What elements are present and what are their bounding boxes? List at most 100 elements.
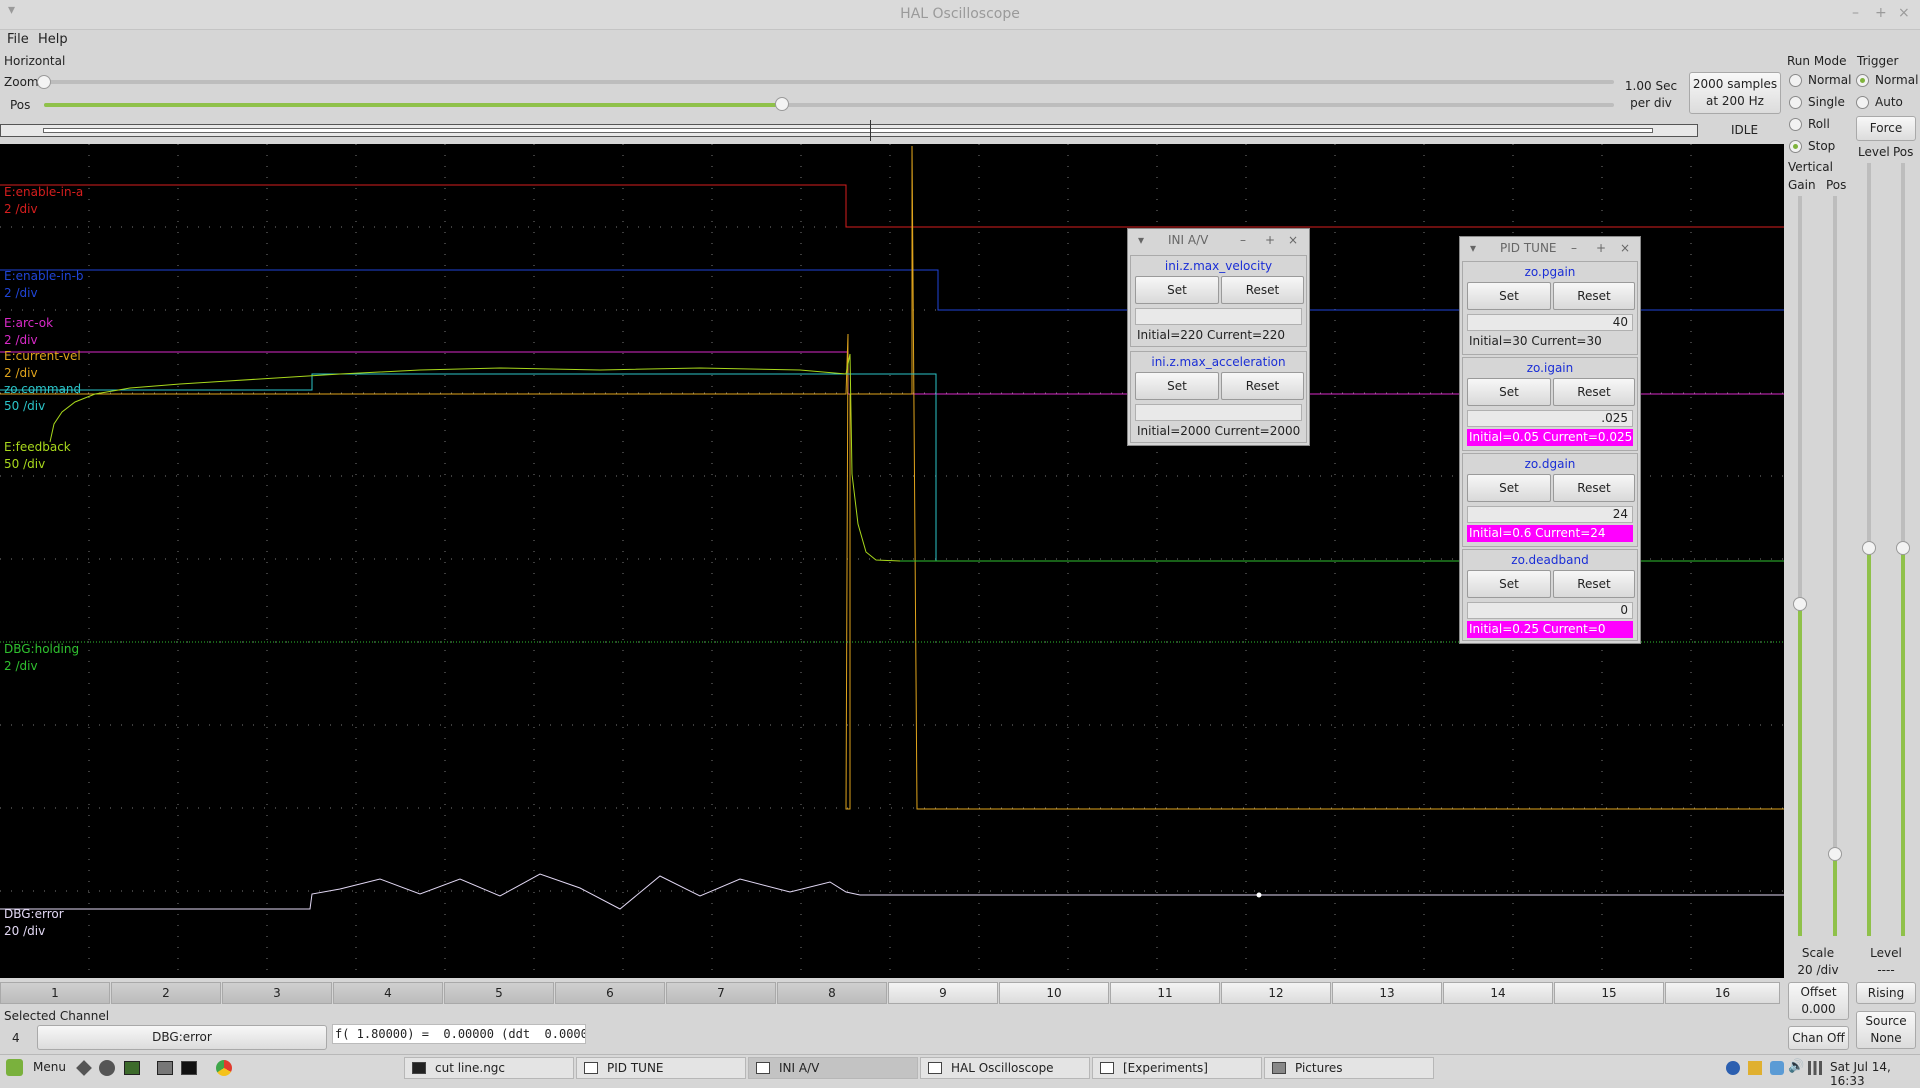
- channel-tab-4[interactable]: 4: [333, 982, 443, 1004]
- minimize-icon[interactable]: –: [1852, 5, 1859, 21]
- run-mode-roll-radio[interactable]: [1789, 118, 1802, 131]
- channel-tab-6[interactable]: 6: [555, 982, 665, 1004]
- dialog-menu-icon[interactable]: ▾: [1470, 237, 1476, 259]
- reset-button[interactable]: Reset: [1553, 282, 1635, 310]
- menu-button[interactable]: Menu: [33, 1060, 66, 1074]
- chrome-icon[interactable]: [216, 1060, 232, 1076]
- signal-icon[interactable]: [1808, 1061, 1822, 1075]
- trigger-auto-radio[interactable]: [1856, 96, 1869, 109]
- taskbar-item-pictures[interactable]: Pictures: [1264, 1057, 1434, 1079]
- trigger-level-slider-fill: [1867, 547, 1871, 936]
- force-button[interactable]: Force: [1856, 116, 1916, 141]
- set-button[interactable]: Set: [1467, 570, 1551, 598]
- minimize-icon[interactable]: –: [1571, 237, 1577, 259]
- channel-tab-1[interactable]: 1: [0, 982, 110, 1004]
- run-mode-single-radio[interactable]: [1789, 96, 1802, 109]
- param-value-input[interactable]: 0: [1467, 602, 1633, 619]
- reset-button[interactable]: Reset: [1221, 372, 1304, 400]
- taskbar-item-ini-av[interactable]: INI A/V: [748, 1057, 918, 1079]
- channel-tab-2[interactable]: 2: [111, 982, 221, 1004]
- clock[interactable]: Sat Jul 14, 16:33: [1830, 1060, 1920, 1088]
- samples-button[interactable]: 2000 samples at 200 Hz: [1689, 72, 1781, 114]
- channel-tab-8[interactable]: 8: [777, 982, 887, 1004]
- rising-button[interactable]: Rising: [1856, 982, 1916, 1004]
- set-button[interactable]: Set: [1135, 276, 1219, 304]
- reset-button[interactable]: Reset: [1553, 378, 1635, 406]
- run-mode-stop-radio[interactable]: [1789, 140, 1802, 153]
- param-value-input[interactable]: 40: [1467, 314, 1633, 331]
- taskbar-item-hal-oscilloscope[interactable]: HAL Oscilloscope: [920, 1057, 1090, 1079]
- menu-help[interactable]: Help: [38, 32, 68, 47]
- channel-tab-7[interactable]: 7: [666, 982, 776, 1004]
- channel-tab-16[interactable]: 16: [1665, 982, 1780, 1004]
- dialog-menu-icon[interactable]: ▾: [1138, 229, 1144, 251]
- maximize-icon[interactable]: +: [1875, 5, 1887, 21]
- set-button[interactable]: Set: [1135, 372, 1219, 400]
- files-icon[interactable]: [124, 1061, 140, 1075]
- set-button[interactable]: Set: [1467, 378, 1551, 406]
- record-bar[interactable]: [0, 124, 1698, 137]
- maximize-icon[interactable]: +: [1265, 229, 1275, 251]
- channel-tab-3[interactable]: 3: [222, 982, 332, 1004]
- trigger-normal-radio[interactable]: [1856, 74, 1869, 87]
- channel-tab-15[interactable]: 15: [1554, 982, 1664, 1004]
- reset-button[interactable]: Reset: [1553, 474, 1635, 502]
- vertical-pos-slider-knob[interactable]: [1828, 847, 1842, 861]
- record-window[interactable]: [43, 128, 1653, 133]
- offset-button[interactable]: Offset 0.000: [1788, 982, 1849, 1020]
- close-icon[interactable]: ×: [1898, 5, 1910, 21]
- channel-tab-14[interactable]: 14: [1443, 982, 1553, 1004]
- terminal-icon[interactable]: [181, 1061, 197, 1075]
- channel-tab-11[interactable]: 11: [1110, 982, 1220, 1004]
- info-icon[interactable]: [1726, 1061, 1740, 1075]
- reset-button[interactable]: Reset: [1553, 570, 1635, 598]
- pid-param-igain: zo.igain Set Reset .025 Initial=0.05 Cur…: [1462, 357, 1638, 451]
- gain-slider-knob[interactable]: [1793, 597, 1807, 611]
- channel-tab-9[interactable]: 9: [888, 982, 998, 1004]
- taskbar-item-label: cut line.ngc: [435, 1061, 506, 1075]
- trigger-level-value: ----: [1877, 963, 1895, 977]
- tool-icon[interactable]: [76, 1060, 92, 1076]
- channel-scale: 2 /div: [4, 286, 38, 300]
- samples-line2: at 200 Hz: [1706, 94, 1764, 108]
- monitor-icon[interactable]: [157, 1061, 173, 1075]
- reset-button[interactable]: Reset: [1221, 276, 1304, 304]
- zoom-slider-knob[interactable]: [37, 75, 51, 89]
- taskbar-item-label: HAL Oscilloscope: [951, 1061, 1054, 1075]
- pos-slider-knob[interactable]: [774, 97, 789, 111]
- param-value-input[interactable]: [1135, 404, 1302, 421]
- chan-off-button[interactable]: Chan Off: [1788, 1026, 1849, 1050]
- maximize-icon[interactable]: +: [1596, 237, 1606, 259]
- run-mode-normal-radio[interactable]: [1789, 74, 1802, 87]
- zoom-slider[interactable]: [44, 80, 1614, 84]
- taskbar-item-cut-line[interactable]: cut line.ngc: [404, 1057, 574, 1079]
- trigger-level-slider-knob[interactable]: [1862, 541, 1876, 555]
- network-icon[interactable]: [1770, 1061, 1784, 1075]
- gain-slider[interactable]: [1798, 196, 1802, 936]
- volume-icon[interactable]: 🔊: [1788, 1059, 1804, 1074]
- channel-scale: 2 /div: [4, 333, 38, 347]
- vertical-pos-slider[interactable]: [1833, 196, 1837, 936]
- taskbar-item-pid-tune[interactable]: PID TUNE: [576, 1057, 746, 1079]
- trigger-pos-slider-knob[interactable]: [1896, 541, 1910, 555]
- channel-label-holding: DBG:holding 2 /div: [4, 641, 79, 675]
- selected-channel-button[interactable]: DBG:error: [37, 1025, 327, 1050]
- trigger-source-button[interactable]: Source None: [1856, 1011, 1916, 1049]
- set-button[interactable]: Set: [1467, 474, 1551, 502]
- menu-file[interactable]: File: [7, 32, 29, 47]
- taskbar-item-experiments[interactable]: [Experiments]: [1092, 1057, 1262, 1079]
- update-icon[interactable]: [1748, 1061, 1762, 1075]
- close-icon[interactable]: ×: [1288, 229, 1298, 251]
- mint-menu-icon[interactable]: [6, 1059, 23, 1076]
- channel-tab-5[interactable]: 5: [444, 982, 554, 1004]
- minimize-icon[interactable]: –: [1240, 229, 1246, 251]
- channel-tab-12[interactable]: 12: [1221, 982, 1331, 1004]
- channel-tab-13[interactable]: 13: [1332, 982, 1442, 1004]
- set-button[interactable]: Set: [1467, 282, 1551, 310]
- param-value-input[interactable]: 24: [1467, 506, 1633, 523]
- disc-icon[interactable]: [99, 1060, 115, 1076]
- param-value-input[interactable]: [1135, 308, 1302, 325]
- close-icon[interactable]: ×: [1620, 237, 1630, 259]
- param-value-input[interactable]: .025: [1467, 410, 1633, 427]
- channel-tab-10[interactable]: 10: [999, 982, 1109, 1004]
